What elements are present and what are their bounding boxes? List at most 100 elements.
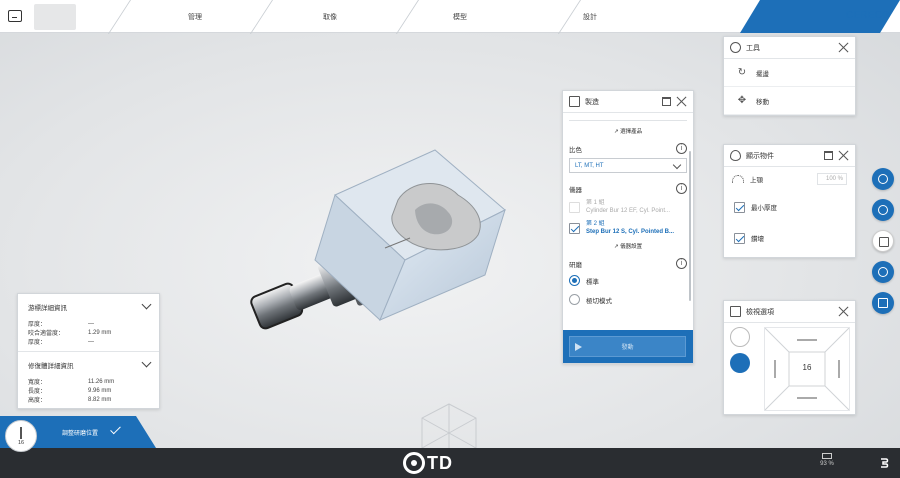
close-icon[interactable] (838, 42, 849, 53)
bur-settings-label: 儀器設置 (620, 244, 643, 250)
display-toggle-button[interactable] (872, 199, 894, 221)
tools-panel: 工具 ↻ 擺盪 ✥ 移動 (723, 36, 856, 116)
patient-thumbnail[interactable] (34, 4, 76, 30)
manufacture-toggle-button[interactable] (872, 261, 894, 283)
tools-toggle-button[interactable] (872, 168, 894, 190)
detail-key: 厚度： (28, 322, 47, 328)
window-icon[interactable] (8, 10, 22, 22)
detail-row: 厚度： — (18, 337, 159, 347)
display-item-upper-jaw[interactable]: 上顎 100 % (724, 167, 855, 191)
view-toggle-button[interactable] (872, 292, 894, 314)
bur-size-value: 16 (17, 440, 25, 446)
tool-move[interactable]: ✥ 移動 (724, 87, 855, 115)
cube-icon (878, 298, 888, 308)
cursor-details-title: 游標詳細資訊 (28, 304, 67, 312)
bur-set-1-desc: Cylinder Bur 12 EF, Cyl. Point... (586, 208, 671, 214)
info-icon[interactable]: i (676, 183, 687, 194)
upper-jaw-icon (732, 175, 744, 183)
cursor-details-header[interactable]: 游標詳細資訊 (18, 294, 159, 319)
machine-icon (569, 96, 580, 107)
truncated-field (569, 113, 687, 121)
detail-row: 咬合適當度： 1.29 mm (18, 328, 159, 338)
mode-standard-label: 標準 (586, 278, 599, 286)
eye-icon (878, 205, 888, 215)
block-checkbox[interactable] (734, 232, 745, 244)
close-icon[interactable] (838, 306, 849, 317)
battery-value: 93 % (820, 461, 834, 467)
tab-model[interactable]: 模型 (405, 0, 515, 33)
battery-icon (822, 453, 832, 459)
rotate-view-button[interactable] (730, 327, 750, 347)
view-panel-title: 檢視選項 (746, 308, 774, 316)
detail-key: 長度： (28, 389, 47, 395)
detail-key: 高度： (28, 398, 47, 404)
min-thickness-checkbox[interactable] (734, 201, 745, 213)
mode-label: 研磨 (569, 261, 582, 269)
standard-radio[interactable] (569, 275, 580, 286)
select-product-link[interactable]: ↗ 選擇產品 (569, 127, 687, 135)
maximize-icon[interactable] (662, 97, 671, 106)
detail-row: 高度： 8.82 mm (18, 395, 159, 405)
display-objects-panel: 顯示物件 上顎 100 % 最小厚度 鑽壞 (723, 144, 856, 258)
tab-manufacture[interactable]: 製造 (660, 0, 780, 33)
screenshot-button[interactable] (872, 230, 894, 252)
move-icon: ✥ (737, 95, 747, 106)
manufacture-panel: 製造 ↗ 選擇產品 比色 i LT, MT, HT 儀器 i 第 1 組 Cyl… (562, 90, 694, 364)
detail-row: 厚度： — (18, 319, 159, 329)
tools-icon (730, 42, 741, 53)
chevron-down-icon (141, 299, 152, 310)
mode-option-standard[interactable]: 標準 (569, 275, 687, 286)
bur-set-2[interactable]: 第 2 組 Step Bur 12 S, Cyl. Pointed B... (569, 220, 687, 236)
play-icon (575, 343, 582, 351)
step-divider (249, 0, 273, 34)
cube-view-button[interactable] (730, 353, 750, 373)
min-thickness-label: 最小厚度 (751, 205, 777, 212)
tools-panel-header: 工具 (724, 37, 855, 59)
color-dropdown[interactable]: LT, MT, HT (569, 158, 687, 173)
info-icon[interactable]: i (676, 143, 687, 154)
bur-icon (20, 427, 22, 439)
maximize-icon[interactable] (824, 151, 833, 160)
tool-swing[interactable]: ↻ 擺盪 (724, 59, 855, 87)
start-button[interactable]: 發動 (569, 336, 686, 357)
bur-set-2-checkbox[interactable] (569, 223, 580, 234)
upper-jaw-label: 上顎 (750, 177, 763, 184)
detail-row: 寬度： 11.26 mm (18, 377, 159, 387)
fast-radio[interactable] (569, 294, 580, 305)
dentsply-logo-icon (881, 458, 889, 468)
block-label: 鑽壞 (751, 236, 764, 243)
swing-icon: ↻ (737, 67, 747, 78)
battery-status: 93 % (816, 453, 838, 467)
cube-icon (730, 306, 741, 317)
camera-icon (879, 237, 889, 247)
instrument-label: 儀器 (569, 186, 582, 194)
top-navigation-bar: 管理 取像 模型 設計 製造 CEREC® (0, 0, 900, 34)
tool-swing-label: 擺盪 (756, 70, 769, 78)
bur-set-1-title: 第 1 組 (586, 200, 605, 206)
close-icon[interactable] (676, 96, 687, 107)
tab-management[interactable]: 管理 (145, 0, 245, 33)
color-label: 比色 (569, 146, 582, 154)
tab-acquisition[interactable]: 取像 (275, 0, 385, 33)
info-icon[interactable]: i (676, 258, 687, 269)
milling-block-3d-view[interactable] (220, 140, 520, 340)
view-orientation-box[interactable]: 16 (764, 327, 850, 411)
tab-design[interactable]: 設計 (535, 0, 645, 33)
view-options-panel: 檢視選項 16 (723, 300, 856, 415)
upper-jaw-opacity-field[interactable]: 100 % (817, 173, 847, 185)
display-item-block[interactable]: 鑽壞 (724, 223, 855, 253)
restoration-details-header[interactable]: 修復體詳細資訊 (18, 352, 159, 377)
display-item-min-thickness[interactable]: 最小厚度 (724, 191, 855, 223)
manufacture-panel-header: 製造 (563, 91, 693, 113)
close-icon[interactable] (838, 150, 849, 161)
mode-option-fast[interactable]: 極切模式 (569, 294, 687, 305)
bur-set-1-checkbox[interactable] (569, 202, 580, 213)
instrument-section: 儀器 i (569, 183, 687, 194)
navigation-cube-icon[interactable] (418, 402, 480, 452)
bur-size-indicator[interactable]: 16 (5, 420, 37, 452)
scrollbar[interactable] (689, 151, 691, 301)
app-logo: TD (403, 452, 453, 474)
bur-settings-link[interactable]: ↗ 儀器設置 (569, 242, 687, 250)
bur-set-1[interactable]: 第 1 組 Cylinder Bur 12 EF, Cyl. Point... (569, 199, 687, 215)
select-product-label: 選擇產品 (620, 129, 643, 135)
